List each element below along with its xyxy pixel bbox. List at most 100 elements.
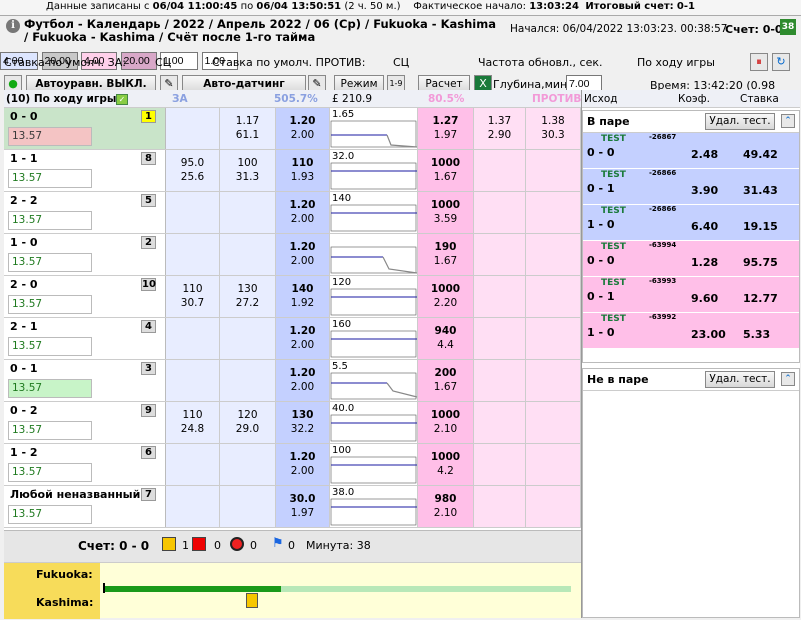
back-price-cell[interactable]: 1.20 2.00 (276, 234, 330, 275)
collapse-icon[interactable]: ⌃ (781, 372, 795, 386)
selection-cell[interactable]: 2 - 1 4 13.57 (4, 318, 166, 359)
lay-price-cell[interactable]: 200 1.67 (418, 360, 474, 401)
back-price-cell[interactable]: 140 1.92 (276, 276, 330, 317)
profit-loss-field[interactable]: 13.57 (8, 337, 92, 356)
back-price-cell[interactable] (166, 444, 220, 485)
profit-loss-field[interactable]: 13.57 (8, 463, 92, 482)
lay-price-cell[interactable] (474, 150, 526, 191)
lay-price-cell[interactable]: 190 1.67 (418, 234, 474, 275)
back-price-cell[interactable]: 100 31.3 (220, 150, 276, 191)
back-price-cell[interactable]: 1.20 2.00 (276, 360, 330, 401)
selection-cell[interactable]: 0 - 2 9 13.57 (4, 402, 166, 443)
back-price-cell[interactable] (220, 234, 276, 275)
back-price-cell[interactable] (220, 444, 276, 485)
back-price-cell[interactable]: 110 30.7 (166, 276, 220, 317)
paired-bet-row[interactable]: TEST -63992 1 - 0 23.00 5.33 (583, 313, 799, 349)
lay-price-cell[interactable] (526, 276, 581, 317)
profit-loss-field[interactable]: 13.57 (8, 421, 92, 440)
lay-price-cell[interactable]: 1000 2.10 (418, 402, 474, 443)
offside-flag-icon: ⚑ (272, 536, 284, 551)
lay-price-cell[interactable] (526, 318, 581, 359)
back-price-cell[interactable] (220, 318, 276, 359)
volume: 1.67 (433, 171, 458, 183)
lay-price-cell[interactable] (474, 444, 526, 485)
back-price-cell[interactable]: 30.0 1.97 (276, 486, 330, 527)
selection-cell[interactable]: 2 - 2 5 13.57 (4, 192, 166, 233)
profit-loss-field[interactable]: 13.57 (8, 127, 92, 146)
delete-test-unpaired-button[interactable]: Удал. тест. (705, 371, 775, 388)
back-price-cell[interactable]: 110 1.93 (276, 150, 330, 191)
lay-price-cell[interactable] (474, 276, 526, 317)
back-price-cell[interactable] (220, 192, 276, 233)
price: 1000 (430, 157, 461, 169)
lay-price-cell[interactable]: 1000 3.59 (418, 192, 474, 233)
selection-cell[interactable]: 1 - 2 6 13.57 (4, 444, 166, 485)
paired-bet-row[interactable]: TEST -63993 0 - 1 9.60 12.77 (583, 277, 799, 313)
lay-price-cell[interactable] (474, 234, 526, 275)
price: 1.17 (235, 115, 260, 127)
lay-price-cell[interactable] (474, 318, 526, 359)
profit-loss-field[interactable]: 13.57 (8, 253, 92, 272)
info-icon[interactable]: i (6, 19, 20, 33)
back-price-cell[interactable]: 130 32.2 (276, 402, 330, 443)
back-price-cell[interactable] (166, 486, 220, 527)
back-price-cell[interactable]: 95.0 25.6 (166, 150, 220, 191)
back-price-cell[interactable]: 130 27.2 (220, 276, 276, 317)
price-chart: 40.0 (330, 402, 418, 443)
lay-price-cell[interactable]: 980 2.10 (418, 486, 474, 527)
paired-bet-row[interactable]: TEST -26867 0 - 0 2.48 49.42 (583, 133, 799, 169)
paired-bet-row[interactable]: TEST -26866 0 - 1 3.90 31.43 (583, 169, 799, 205)
profit-loss-field[interactable]: 13.57 (8, 379, 92, 398)
selection-cell[interactable]: 0 - 0 1 13.57 (4, 108, 166, 149)
profit-loss-field[interactable]: 13.57 (8, 295, 92, 314)
back-price-cell[interactable]: 1.20 2.00 (276, 108, 330, 149)
back-price-cell[interactable]: 1.20 2.00 (276, 318, 330, 359)
back-price-cell[interactable]: 110 24.8 (166, 402, 220, 443)
lay-price-cell[interactable] (526, 234, 581, 275)
lay-price-cell[interactable] (474, 360, 526, 401)
lay-price-cell[interactable] (474, 486, 526, 527)
back-price-cell[interactable]: 120 29.0 (220, 402, 276, 443)
profit-loss-field[interactable]: 13.57 (8, 211, 92, 230)
refresh-icon[interactable]: ↻ (772, 53, 790, 71)
inplay-check-icon[interactable]: ✓ (116, 94, 128, 105)
paired-bet-row[interactable]: TEST -26866 1 - 0 6.40 19.15 (583, 205, 799, 241)
selection-cell[interactable]: Любой неназванный 7 13.57 (4, 486, 166, 527)
back-price-cell[interactable]: 1.20 2.00 (276, 444, 330, 485)
lay-price-cell[interactable]: 1.27 1.97 (418, 108, 474, 149)
lay-price-cell[interactable] (474, 402, 526, 443)
bet-stake: 31.43 (743, 184, 778, 197)
selection-cell[interactable]: 1 - 0 2 13.57 (4, 234, 166, 275)
back-price-cell[interactable] (166, 192, 220, 233)
lay-price-cell[interactable]: 1000 2.20 (418, 276, 474, 317)
collapse-icon[interactable]: ⌃ (781, 114, 795, 128)
lay-price-cell[interactable] (526, 444, 581, 485)
back-price-cell[interactable] (166, 234, 220, 275)
lay-price-cell[interactable] (526, 360, 581, 401)
delete-test-paired-button[interactable]: Удал. тест. (705, 113, 775, 130)
back-price-cell[interactable] (166, 318, 220, 359)
paired-bet-row[interactable]: TEST -63994 0 - 0 1.28 95.75 (583, 241, 799, 277)
lay-price-cell[interactable]: 1000 1.67 (418, 150, 474, 191)
lay-price-cell[interactable] (526, 192, 581, 233)
lay-price-cell[interactable] (474, 192, 526, 233)
back-price-cell[interactable]: 1.17 61.1 (220, 108, 276, 149)
lay-price-cell[interactable] (526, 150, 581, 191)
profit-loss-field[interactable]: 13.57 (8, 505, 92, 524)
lay-price-cell[interactable]: 1000 4.2 (418, 444, 474, 485)
lay-price-cell[interactable]: 1.38 30.3 (526, 108, 581, 149)
back-price-cell[interactable] (166, 360, 220, 401)
pause-icon[interactable]: ⏸ (750, 53, 768, 71)
back-price-cell[interactable]: 1.20 2.00 (276, 192, 330, 233)
lay-price-cell[interactable] (526, 486, 581, 527)
lay-price-cell[interactable]: 1.37 2.90 (474, 108, 526, 149)
selection-cell[interactable]: 2 - 0 10 13.57 (4, 276, 166, 317)
back-price-cell[interactable] (220, 360, 276, 401)
lay-price-cell[interactable] (526, 402, 581, 443)
lay-price-cell[interactable]: 940 4.4 (418, 318, 474, 359)
selection-cell[interactable]: 0 - 1 3 13.57 (4, 360, 166, 401)
back-price-cell[interactable] (220, 486, 276, 527)
back-price-cell[interactable] (166, 108, 220, 149)
profit-loss-field[interactable]: 13.57 (8, 169, 92, 188)
selection-cell[interactable]: 1 - 1 8 13.57 (4, 150, 166, 191)
